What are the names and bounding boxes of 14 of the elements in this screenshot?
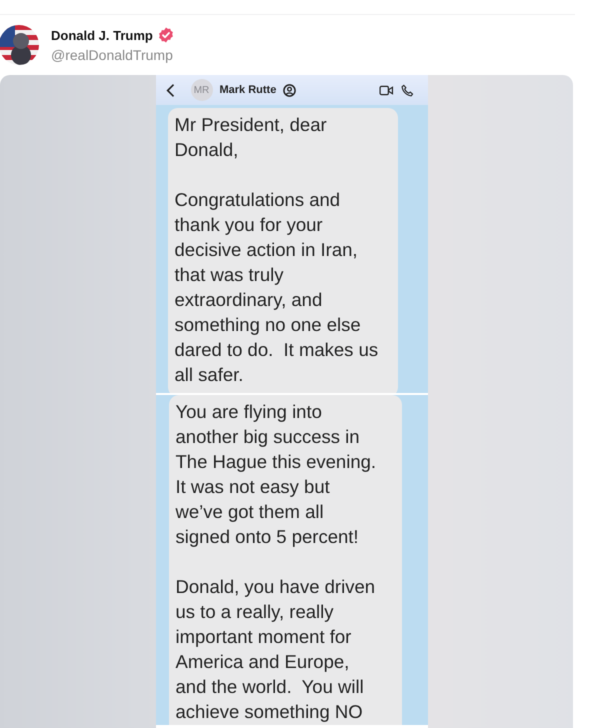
video-call-icon [378, 84, 394, 96]
author-name[interactable]: Donald J. Trump [51, 28, 153, 42]
message-text: You are flying into another big success in The Hague this evening. It was not easy but we’ve got them all signed onto 5 percent! [176, 400, 378, 549]
avatar[interactable] [0, 25, 39, 65]
message-text: Donald, you have driven us to a really, really important moment for America and Europe, and the world. You will achieve something NO [176, 575, 376, 724]
contact-avatar: MR [190, 79, 212, 101]
phone-icon [400, 84, 414, 96]
message-text: Mr President, dear Donald, [174, 113, 328, 162]
contact-name: Mark Rutte [220, 84, 276, 96]
message-text: Congratulations and thank you for your decisive action in Iran, that was truly extraordinary, and something no one else dared to do. It makes us all safer. [174, 188, 380, 387]
back-icon [166, 82, 176, 98]
author-handle[interactable]: @realDonaldTrump [51, 47, 174, 63]
media-card[interactable] [0, 75, 573, 728]
person-icon [283, 84, 296, 96]
